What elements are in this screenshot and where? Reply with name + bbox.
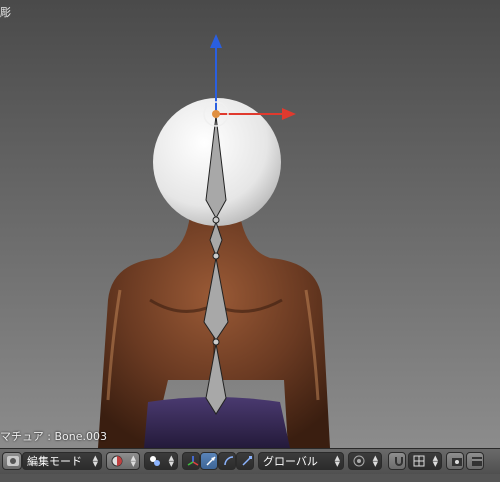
scale-icon bbox=[240, 454, 253, 468]
3d-viewport[interactable]: 彫 マチュア : Bone.003 bbox=[0, 0, 500, 448]
rotate-icon bbox=[222, 454, 235, 468]
transform-orientation-dropdown[interactable]: グローバル ▲ ▼ bbox=[258, 452, 344, 470]
mode-dropdown[interactable]: 編集モード ▲ ▼ bbox=[22, 452, 102, 470]
active-bone-label: マチュア : Bone.003 bbox=[0, 430, 107, 443]
orientation-label: グローバル bbox=[263, 455, 318, 468]
chevron-updown-icon: ▲ ▼ bbox=[130, 454, 136, 468]
render-animation-button[interactable] bbox=[466, 452, 484, 470]
render-anim-icon bbox=[470, 454, 483, 468]
translate-button[interactable] bbox=[200, 452, 218, 470]
scale-button[interactable] bbox=[236, 452, 254, 470]
viewport-shading-icon bbox=[110, 454, 124, 468]
mode-label: 編集モード bbox=[27, 455, 82, 468]
pivot-point-dropdown[interactable]: ▲ ▼ bbox=[144, 452, 178, 470]
scene-render bbox=[98, 34, 330, 448]
snap-icon bbox=[392, 454, 405, 468]
chevron-updown-icon: ▲ ▼ bbox=[372, 454, 378, 468]
proportional-editing-dropdown[interactable]: ▲ ▼ bbox=[348, 452, 382, 470]
snap-element-dropdown[interactable]: ▲ ▼ bbox=[408, 452, 442, 470]
rotate-button[interactable] bbox=[218, 452, 236, 470]
proportional-icon bbox=[352, 454, 366, 468]
translate-icon bbox=[204, 454, 217, 468]
viewport-corner-label: 彫 bbox=[0, 6, 11, 19]
render-icon bbox=[450, 454, 463, 468]
manipulator-toggle-button[interactable] bbox=[182, 452, 200, 470]
chevron-updown-icon: ▲ ▼ bbox=[334, 454, 340, 468]
chevron-updown-icon: ▲ ▼ bbox=[432, 454, 438, 468]
snap-toggle-button[interactable] bbox=[388, 452, 406, 470]
viewport-shading-dropdown[interactable]: ▲ ▼ bbox=[106, 452, 140, 470]
chevron-updown-icon: ▲ ▼ bbox=[92, 454, 98, 468]
editor-type-button[interactable] bbox=[2, 452, 22, 470]
render-button[interactable] bbox=[446, 452, 464, 470]
manipulator-toggle-icon bbox=[186, 454, 199, 468]
chevron-updown-icon: ▲ ▼ bbox=[168, 454, 174, 468]
snap-element-icon bbox=[412, 454, 426, 468]
footer-strip bbox=[0, 474, 500, 482]
editor-type-icon bbox=[6, 454, 20, 468]
pivot-icon bbox=[148, 454, 162, 468]
